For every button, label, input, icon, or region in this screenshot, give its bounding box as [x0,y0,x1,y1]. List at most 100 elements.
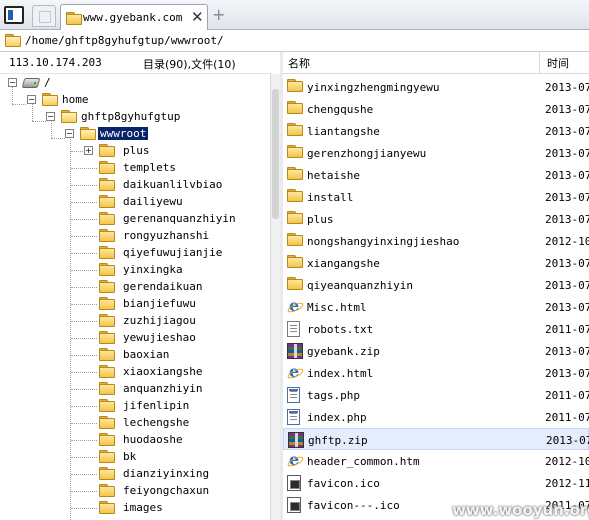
scrollbar-thumb[interactable] [272,89,279,219]
folder-icon [99,161,115,174]
collapse-icon[interactable]: − [27,95,36,104]
tree-label: gerendaikuan [123,280,203,293]
file-row[interactable]: hetaishe 2013-07- [283,164,589,186]
tree-connector [71,423,97,424]
collapse-icon[interactable]: − [46,112,55,121]
file-time: 2013-07- [545,125,589,138]
column-header-name[interactable]: 名称 [288,55,310,71]
folder-icon [99,450,115,463]
expand-icon[interactable]: + [84,146,93,155]
tree-connector [71,474,97,475]
tree-connector [32,104,33,121]
tree-connector [51,121,52,138]
file-row[interactable]: robots.txt 2011-07- [283,318,589,340]
folder-icon [99,382,115,395]
tree-header: 113.10.174.203 目录(90),文件(10) [0,52,272,74]
file-row[interactable]: gerenzhongjianyewu 2013-07- [283,142,589,164]
sidebar-toggle-icon[interactable] [4,6,24,24]
file-name: plus [307,213,334,226]
file-time: 2013-07- [545,367,589,380]
file-row[interactable]: Misc.html 2013-07- [283,296,589,318]
collapse-icon[interactable]: − [8,78,17,87]
tree-connector [71,372,97,373]
tree-label: bianjiefuwu [123,297,196,310]
file-row[interactable]: install 2013-07- [283,186,589,208]
tab-bar: www.gyebank.com ✕ + [0,0,589,31]
file-time: 2012-10- [545,455,589,468]
tree-label: bk [123,450,137,463]
folder-icon [99,229,115,242]
file-time: 2013-07- [545,279,589,292]
folder-icon [99,297,115,310]
folder-icon [99,416,115,429]
watermark: www.wooyun.org [452,501,589,519]
file-row[interactable]: yinxingzhengmingyewu 2013-07- [283,76,589,98]
address-path[interactable]: /home/ghftp8gyhufgtup/wwwroot/ [25,34,224,47]
file-row[interactable]: liantangshe 2013-07- [283,120,589,142]
folder-icon [287,101,303,114]
file-time: 2011-07- [545,389,589,402]
folder-icon [287,123,303,136]
tree-connector [71,287,97,288]
tree-connector [71,406,97,407]
file-row[interactable]: ghftp.zip 2013-07- [283,428,589,450]
tree-connector [71,491,97,492]
add-tab-icon[interactable]: + [212,5,225,24]
file-time: 2013-07- [545,147,589,160]
collapse-icon[interactable]: − [65,129,74,138]
close-tab-icon[interactable]: ✕ [191,8,204,26]
file-row[interactable]: index.html 2013-07- [283,362,589,384]
file-name: index.html [307,367,374,380]
file-row[interactable]: gyebank.zip 2013-07- [283,340,589,362]
address-bar[interactable]: /home/ghftp8gyhufgtup/wwwroot/ [0,30,589,52]
column-header-time[interactable]: 时间 [547,55,569,71]
file-name: Misc.html [307,301,367,314]
file-name: hetaishe [307,169,360,182]
folder-icon [5,34,21,47]
server-ip: 113.10.174.203 [9,56,102,69]
tree-scrollbar[interactable] [270,74,280,520]
file-name: tags.php [307,389,360,402]
folder-icon [99,467,115,480]
tree-connector [71,338,97,339]
tree-connector [71,508,97,509]
file-row[interactable]: nongshangyinxingjieshao 2012-10- [283,230,589,252]
file-name: gyebank.zip [307,345,380,358]
file-row[interactable]: chengqushe 2013-07- [283,98,589,120]
tree-label: ghftp8gyhufgtup [81,110,181,123]
file-row[interactable]: favicon.ico 2012-11- [283,472,589,494]
blank-tab[interactable] [32,5,56,27]
folder-icon [287,255,303,268]
tree-connector [71,440,97,441]
tree-connector [71,219,97,220]
file-list[interactable]: yinxingzhengmingyewu 2013-07- chengqushe 20… [283,74,589,520]
file-row[interactable]: plus 2013-07- [283,208,589,230]
ico-file-icon [287,475,301,491]
tree-connector [71,236,97,237]
file-row[interactable]: header_common.htm 2012-10- [283,450,589,472]
file-row[interactable]: index.php 2011-07- [283,406,589,428]
folder-icon [99,501,115,514]
tree-label: huodaoshe [123,433,183,446]
tree-connector [32,121,46,122]
tree-label: zuzhijiagou [123,314,196,327]
tab-active[interactable]: www.gyebank.com ✕ [60,4,208,31]
directory-tree[interactable]: − / − home − ghftp8gyhufgtup − wwwroot +… [0,74,270,520]
folder-icon [99,433,115,446]
folder-icon [99,263,115,276]
folder-icon [99,144,115,157]
folder-icon [99,280,115,293]
file-row[interactable]: xiangangshe 2013-07- [283,252,589,274]
tree-label: gerenanquanzhiyin [123,212,236,225]
file-time: 2012-11- [545,477,589,490]
tree-label: jifenlipin [123,399,190,412]
tree-connector [71,202,97,203]
file-row[interactable]: qiyeanquanzhiyin 2013-07- [283,274,589,296]
file-row[interactable]: tags.php 2011-07- [283,384,589,406]
tree-label: / [44,76,51,89]
tree-label: dianziyinxing [123,467,210,480]
folder-icon [80,127,96,140]
tree-label: yinxingka [123,263,183,276]
php-file-icon [287,409,300,425]
column-divider[interactable] [539,52,540,74]
